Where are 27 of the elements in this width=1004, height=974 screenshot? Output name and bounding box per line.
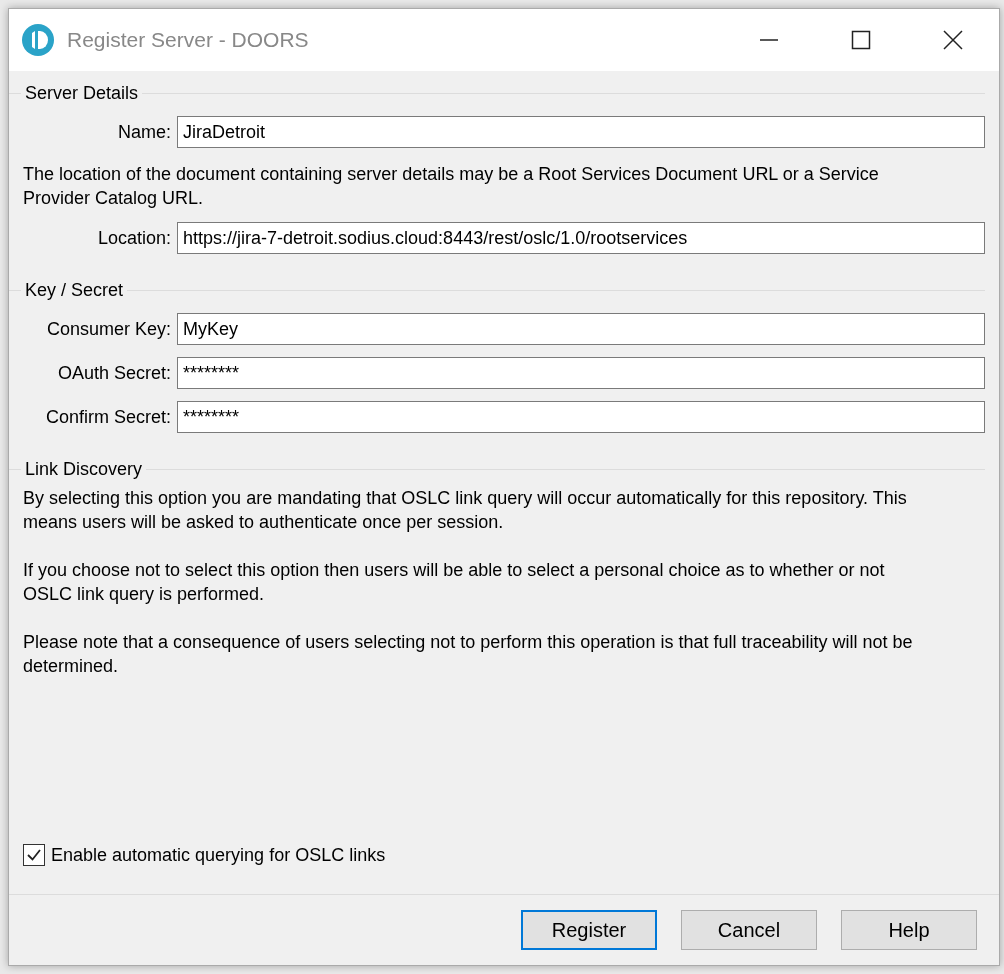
minimize-icon — [759, 39, 779, 41]
input-field[interactable]: MyKey — [177, 313, 985, 345]
field-label: Location: — [96, 227, 172, 249]
checkbox-label: Enable automatic querying for OSLC links — [51, 844, 386, 866]
input-field[interactable]: JiraDetroit — [177, 116, 985, 148]
input-field[interactable]: ******** — [177, 357, 985, 389]
register-button[interactable]: Register — [521, 910, 657, 950]
dialog-button[interactable]: Help — [841, 910, 977, 950]
window-title: Register Server - DOORS — [67, 28, 310, 52]
field-label: Confirm Secret: — [44, 406, 172, 428]
maximize-icon — [851, 30, 871, 50]
checkbox[interactable] — [23, 844, 45, 866]
input-field[interactable]: https://jira-7-detroit.sodius.cloud:8443/rest/oslc/1.0/rootservices — [177, 222, 985, 254]
dialog-button[interactable]: Cancel — [681, 910, 817, 950]
field-label: OAuth Secret: — [56, 362, 172, 384]
section-title: Key / Secret — [24, 280, 125, 301]
field-label: Name: — [117, 121, 172, 143]
section-title: Server Details — [24, 83, 140, 104]
input-field[interactable]: ******** — [177, 401, 985, 433]
app-icon — [21, 23, 55, 57]
section-title: Link Discovery — [24, 459, 144, 480]
description-text: Please note that a consequence of users selecting not to perform this operation is that full traceability will not be determined. — [23, 631, 914, 678]
close-icon — [943, 30, 963, 50]
field-label: Consumer Key: — [45, 318, 172, 340]
description-text: By selecting this option you are mandating that OSLC link query will occur automatically for this repository. This means users will be asked to authenticate once per session. — [23, 487, 908, 534]
description-text: The location of the document containing server details may be a Root Services Document URL or a Service Provider Catalog URL. — [23, 163, 880, 210]
description-text: If you choose not to select this option then users will be able to select a personal choice as to whether or not OSLC link query is performed. — [23, 559, 886, 606]
